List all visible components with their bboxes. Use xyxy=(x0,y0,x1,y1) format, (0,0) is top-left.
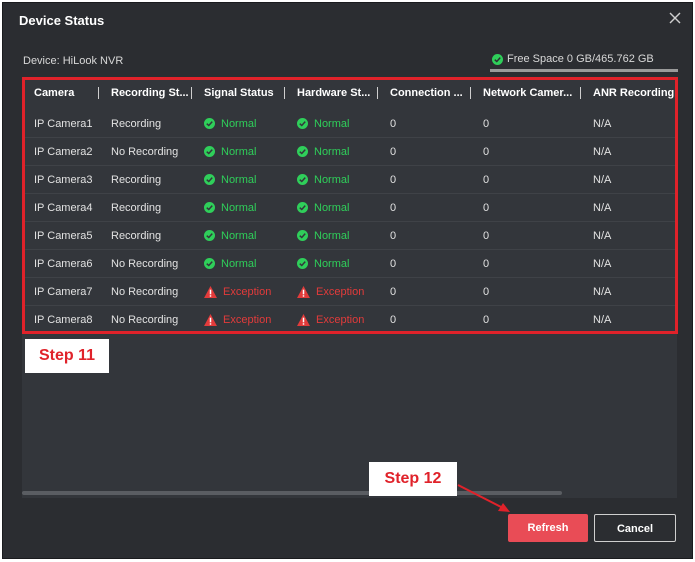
horizontal-scrollbar[interactable] xyxy=(22,491,562,495)
step12-callout: Step 12 xyxy=(369,462,457,496)
check-circle-icon xyxy=(492,53,503,65)
device-label: Device: HiLook NVR xyxy=(23,55,124,67)
close-icon[interactable] xyxy=(668,11,682,25)
cancel-button[interactable]: Cancel xyxy=(594,514,676,542)
free-space-text: Free Space 0 GB/465.762 GB xyxy=(507,53,654,65)
free-space-indicator: Free Space 0 GB/465.762 GB xyxy=(492,53,654,65)
free-space-bar xyxy=(490,69,678,72)
dialog-title: Device Status xyxy=(19,13,105,28)
step11-callout: Step 11 xyxy=(25,339,109,373)
refresh-button[interactable]: Refresh xyxy=(508,514,588,542)
step11-highlight-box xyxy=(22,77,678,334)
